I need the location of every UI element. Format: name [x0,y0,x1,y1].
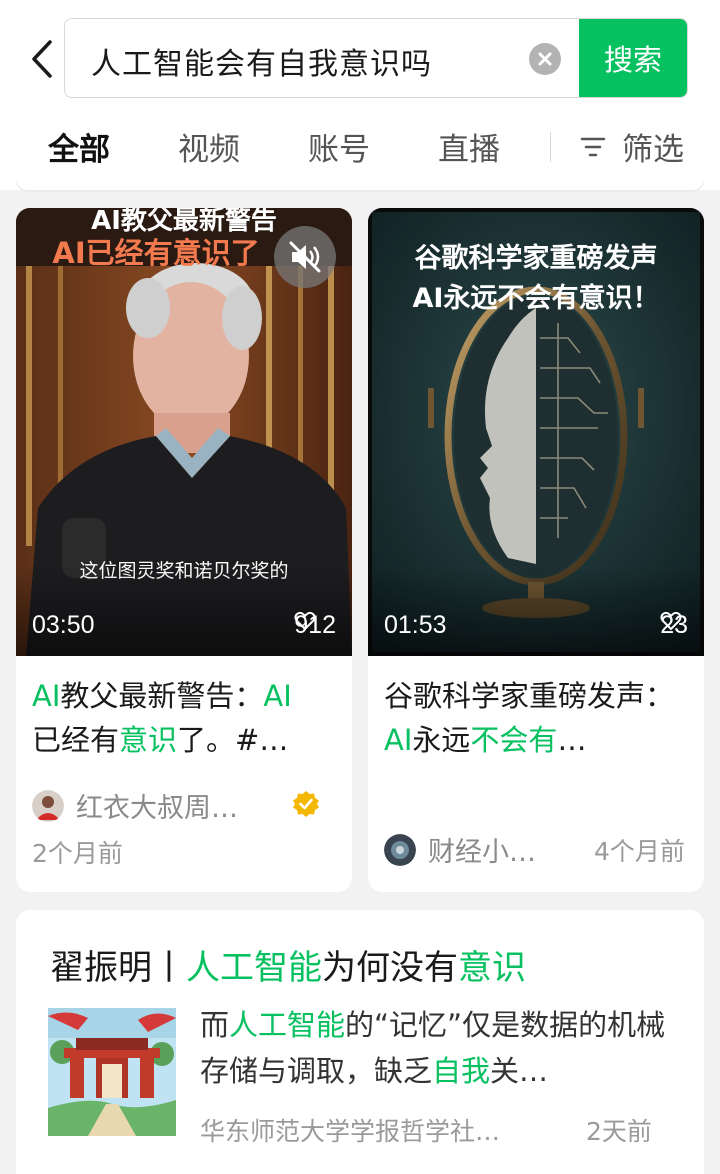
article-title[interactable]: 翟振明丨人工智能为何没有意识 [50,940,526,989]
verified-icon [293,791,319,817]
heart-icon [660,611,682,631]
video-overlay-title: 谷歌科学家重磅发声 [414,243,658,274]
search-header: 人工智能会有自我意识吗 搜索 全部 视频 账号 直播 筛选 [0,0,720,190]
video-overlay-subtitle: AI永远不会有意识！ [412,283,660,314]
video-card[interactable]: AI教父最新警告 AI已经有意识了 这位图灵奖和诺贝尔奖的 03:50 912 … [16,208,352,892]
title-segment: AI [32,679,61,713]
tab-divider [550,132,551,162]
video-thumbnail[interactable]: AI教父最新警告 AI已经有意识了 这位图灵奖和诺贝尔奖的 03:50 912 [16,208,352,656]
previous-card-edge [16,178,704,190]
search-button[interactable]: 搜索 [579,19,687,97]
article-thumbnail-image [48,1008,176,1136]
article-card[interactable]: 翟振明丨人工智能为何没有意识 而人工智能的“记忆”仅是数据的机械存储与调取，缺乏… [16,910,704,1174]
title-segment: 不会有 [470,723,558,757]
snippet-segment: 人工智能 [229,1008,346,1042]
heart-icon [294,611,316,631]
tab-account[interactable]: 账号 [308,124,370,169]
author-name: 财经小… [428,837,536,868]
title-segment: 永远 [412,723,471,757]
title-segment: 为何没有 [322,948,458,988]
video-title[interactable]: AI教父最新警告：AI 已经有意识了。#… [32,674,332,762]
mute-icon[interactable] [274,226,336,288]
post-time: 2个月前 [32,839,123,868]
title-segment: 意识 [458,948,526,988]
video-title[interactable]: 谷歌科学家重磅发声： AI永远不会有… [384,674,684,762]
avatar [32,789,64,822]
snippet-segment: 自我 [432,1054,491,1088]
tab-video[interactable]: 视频 [178,124,240,169]
search-box[interactable]: 人工智能会有自我意识吗 搜索 [64,18,688,98]
filter-label: 筛选 [622,132,684,168]
post-time: 2天前 [586,1117,652,1146]
snippet-segment: 而 [200,1008,230,1042]
video-thumbnail[interactable]: 谷歌科学家重磅发声 AI永远不会有意识！ 01:53 23 [368,208,704,656]
snippet-segment: 关… [490,1054,549,1088]
back-arrow-icon[interactable] [24,36,60,82]
video-card[interactable]: 谷歌科学家重磅发声 AI永远不会有意识！ 01:53 23 谷歌科学家重磅发声：… [368,208,704,892]
title-segment: 翟振明丨 [50,948,186,988]
video-duration: 03:50 [32,611,95,639]
filter-icon [580,137,606,156]
video-overlay-subtitle: AI已经有意识了 [52,236,260,270]
video-likes: 23 [660,611,688,640]
article-thumbnail[interactable] [48,1008,176,1136]
post-time: 4个月前 [594,837,685,866]
article-source[interactable]: 华东师范大学学报哲学社… [200,1112,500,1148]
title-segment: 教父最新警告： [60,679,264,713]
article-snippet: 而人工智能的“记忆”仅是数据的机械存储与调取，缺乏自我关… [200,1002,676,1094]
title-segment: AI [384,723,413,757]
search-input[interactable]: 人工智能会有自我意识吗 [91,39,432,83]
title-segment: AI [263,679,292,713]
title-segment: … [557,723,587,757]
filter-button[interactable]: 筛选 [580,124,684,169]
video-author[interactable]: 红衣大叔周… [32,786,238,825]
author-name: 红衣大叔周… [76,793,238,824]
title-segment: 意识 [119,723,178,757]
title-segment: 谷歌科学家重磅发声： [384,679,675,713]
video-likes: 912 [294,611,336,640]
tab-live[interactable]: 直播 [438,124,500,169]
video-duration: 01:53 [384,611,447,639]
avatar [384,833,416,866]
title-segment: 了。#… [177,723,289,757]
clear-icon[interactable] [529,43,561,75]
title-segment: 已经有 [32,723,120,757]
tab-all[interactable]: 全部 [48,124,110,169]
title-segment: 人工智能 [186,948,322,988]
video-author[interactable]: 财经小… [384,830,536,869]
